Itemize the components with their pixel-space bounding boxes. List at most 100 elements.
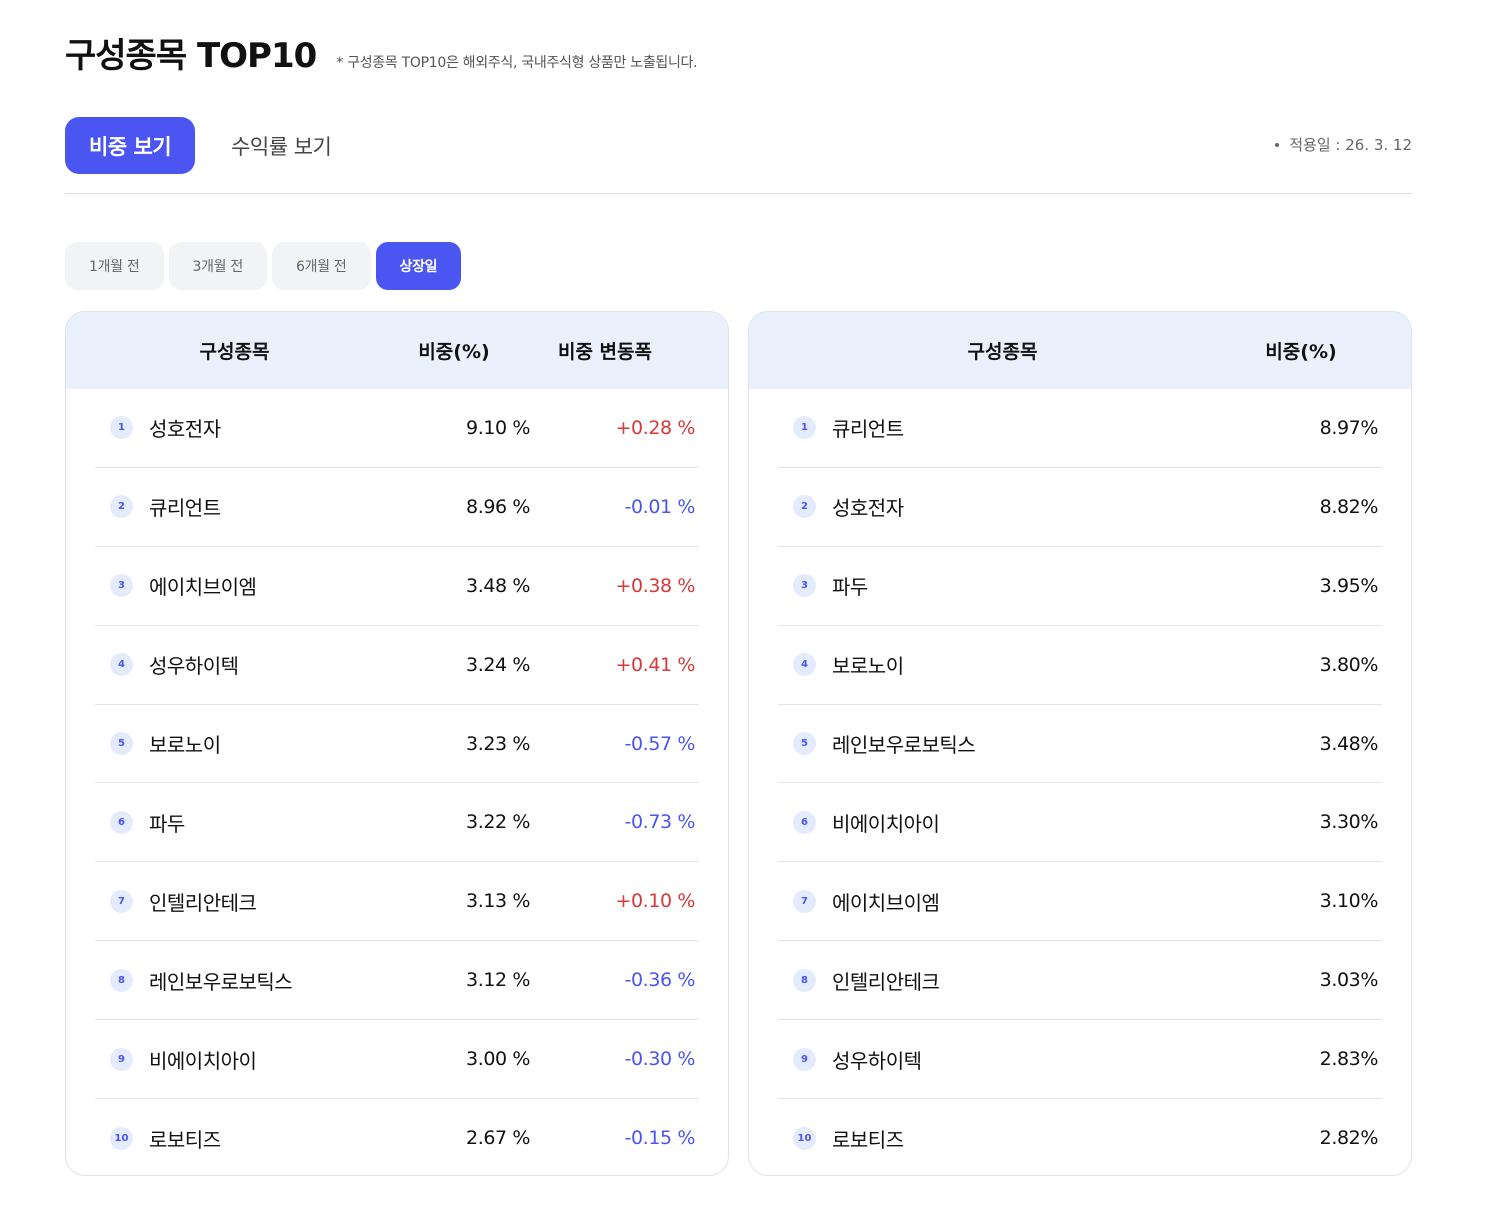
table-header: 구성종목 비중(%) 비중 변동폭 [66,312,728,389]
holding-cell: 1 성호전자 [95,413,365,442]
rank-badge: 7 [110,889,133,913]
holding-name: 에이치브이엠 [832,890,940,915]
weight-change-value: -0.30 % [624,1048,696,1071]
weight-change-value: -0.73 % [624,811,696,834]
holding-cell: 4 보로노이 [778,650,1238,679]
holding-cell: 1 큐리언트 [778,413,1238,442]
table-row[interactable]: 7 에이치브이엠 3.10% [778,862,1382,942]
rank-badge: 5 [110,732,133,755]
rank-badge: 3 [793,574,816,598]
holding-name: 로보티즈 [149,1127,221,1152]
table-body: 1 성호전자 9.10 % +0.28 % 2 큐리언트 8.96 % -0.01 % 3 에이치… [66,389,728,1175]
header-holding: 구성종목 [967,341,1038,363]
rank-badge: 8 [110,968,133,992]
rank-badge: 4 [793,653,816,677]
holding-name: 파두 [149,811,185,836]
period-tab-listing[interactable]: 상장일 [375,242,462,290]
rank-badge: 1 [793,416,816,440]
holding-name: 인텔리안테크 [149,890,257,915]
table-row[interactable]: 3 에이치브이엠 3.48 % +0.38 % [95,547,699,626]
page-note: * 구성종목 TOP10은 해외주식, 국내주식형 상품만 노출됩니다. [336,55,698,71]
table-row[interactable]: 6 파두 3.22 % -0.73 % [95,783,699,863]
table-row[interactable]: 9 비에이치아이 3.00 % -0.30 % [95,1020,699,1100]
table-row[interactable]: 1 성호전자 9.10 % +0.28 % [95,389,699,468]
table-body: 1 큐리언트 8.97% 2 성호전자 8.82% 3 파두 3.95% 4 보로노이 3.80% 5 레… [749,389,1411,1175]
holding-cell: 7 인텔리안테크 [95,887,365,916]
holding-cell: 3 에이치브이엠 [95,571,365,600]
period-tabs: 1개월 전 3개월 전 6개월 전 상장일 [65,242,466,290]
tab-return-view[interactable]: 수익률 보기 [207,117,355,174]
rank-badge: 9 [110,1047,133,1071]
weight-value: 2.67 % [466,1127,530,1150]
table-row[interactable]: 8 레인보우로보틱스 3.12 % -0.36 % [95,941,699,1021]
weight-change-value: +0.38 % [615,574,695,597]
holding-name: 에이치브이엠 [149,575,257,600]
holding-cell: 3 파두 [778,571,1238,600]
weight-change-value: -0.15 % [624,1127,696,1150]
header-weight: 비중(%) [1265,341,1337,363]
listing-holdings-table: 구성종목 비중(%) 1 큐리언트 8.97% 2 성호전자 8.82% 3 파두 3.95% 4… [748,311,1412,1176]
page-title: 구성종목 TOP10 [65,36,317,76]
weight-change-value: -0.57 % [624,732,696,755]
table-row[interactable]: 4 보로노이 3.80% [778,626,1382,705]
holding-name: 레인보우로보틱스 [832,733,976,757]
weight-value: 8.97% [1319,416,1379,439]
holding-name: 성호전자 [832,496,904,521]
tab-weight-view[interactable]: 비중 보기 [65,117,196,174]
holding-cell: 2 큐리언트 [95,492,365,521]
holding-name: 큐리언트 [149,496,221,521]
table-row[interactable]: 9 성우하이텍 2.83% [778,1020,1382,1100]
weight-value: 3.10% [1319,890,1379,913]
rank-badge: 4 [110,653,133,677]
weight-change-value: +0.10 % [615,890,695,913]
divider [65,193,1412,194]
weight-value: 3.22 % [466,811,530,834]
section-header: 구성종목 TOP10 * 구성종목 TOP10은 해외주식, 국내주식형 상품만… [65,28,698,76]
weight-value: 3.03% [1319,969,1379,992]
bullet-icon [1275,142,1280,147]
holding-name: 성호전자 [149,417,221,442]
holding-cell: 8 레인보우로보틱스 [95,966,365,995]
holding-cell: 9 비에이치아이 [95,1045,365,1074]
rank-badge: 6 [110,810,133,834]
table-row[interactable]: 5 보로노이 3.23 % -0.57 % [95,705,699,784]
holding-cell: 4 성우하이텍 [95,650,365,679]
header-weight-change: 비중 변동폭 [557,341,652,363]
weight-change-value: -0.01 % [624,495,696,518]
weight-value: 3.80% [1319,653,1379,676]
table-row[interactable]: 6 비에이치아이 3.30% [778,783,1382,863]
table-row[interactable]: 8 인텔리안테크 3.03% [778,941,1382,1021]
holding-cell: 10 로보티즈 [95,1124,365,1153]
holding-cell: 6 비에이치아이 [778,808,1238,837]
period-tab-1m[interactable]: 1개월 전 [65,242,164,290]
table-row[interactable]: 2 성호전자 8.82% [778,468,1382,547]
weight-value: 3.95% [1319,574,1379,597]
holding-name: 비에이치아이 [832,811,940,836]
weight-value: 3.13 % [466,890,530,913]
weight-value: 8.82% [1319,495,1379,518]
table-row[interactable]: 3 파두 3.95% [778,547,1382,626]
header-weight: 비중(%) [418,341,490,363]
table-row[interactable]: 10 로보티즈 2.82% [778,1099,1382,1175]
rank-badge: 1 [110,416,133,440]
table-header: 구성종목 비중(%) [749,312,1411,389]
holding-cell: 10 로보티즈 [778,1124,1238,1153]
table-row[interactable]: 4 성우하이텍 3.24 % +0.41 % [95,626,699,705]
table-row[interactable]: 5 레인보우로보틱스 3.48% [778,705,1382,784]
table-row[interactable]: 2 큐리언트 8.96 % -0.01 % [95,468,699,547]
table-row[interactable]: 1 큐리언트 8.97% [778,389,1382,468]
holding-cell: 7 에이치브이엠 [778,887,1238,916]
holding-name: 인텔리안테크 [832,969,940,994]
period-tab-6m[interactable]: 6개월 전 [272,242,371,290]
table-row[interactable]: 10 로보티즈 2.67 % -0.15 % [95,1099,699,1175]
rank-badge: 6 [793,810,816,834]
table-row[interactable]: 7 인텔리안테크 3.13 % +0.10 % [95,862,699,942]
holding-cell: 9 성우하이텍 [778,1045,1238,1074]
period-tab-3m[interactable]: 3개월 전 [168,242,267,290]
weight-change-value: +0.41 % [615,653,695,676]
rank-badge: 7 [793,889,816,913]
weight-value: 3.48 % [466,574,530,597]
holding-name: 레인보우로보틱스 [149,969,293,994]
weight-value: 3.12 % [466,969,530,992]
holding-cell: 8 인텔리안테크 [778,966,1238,995]
